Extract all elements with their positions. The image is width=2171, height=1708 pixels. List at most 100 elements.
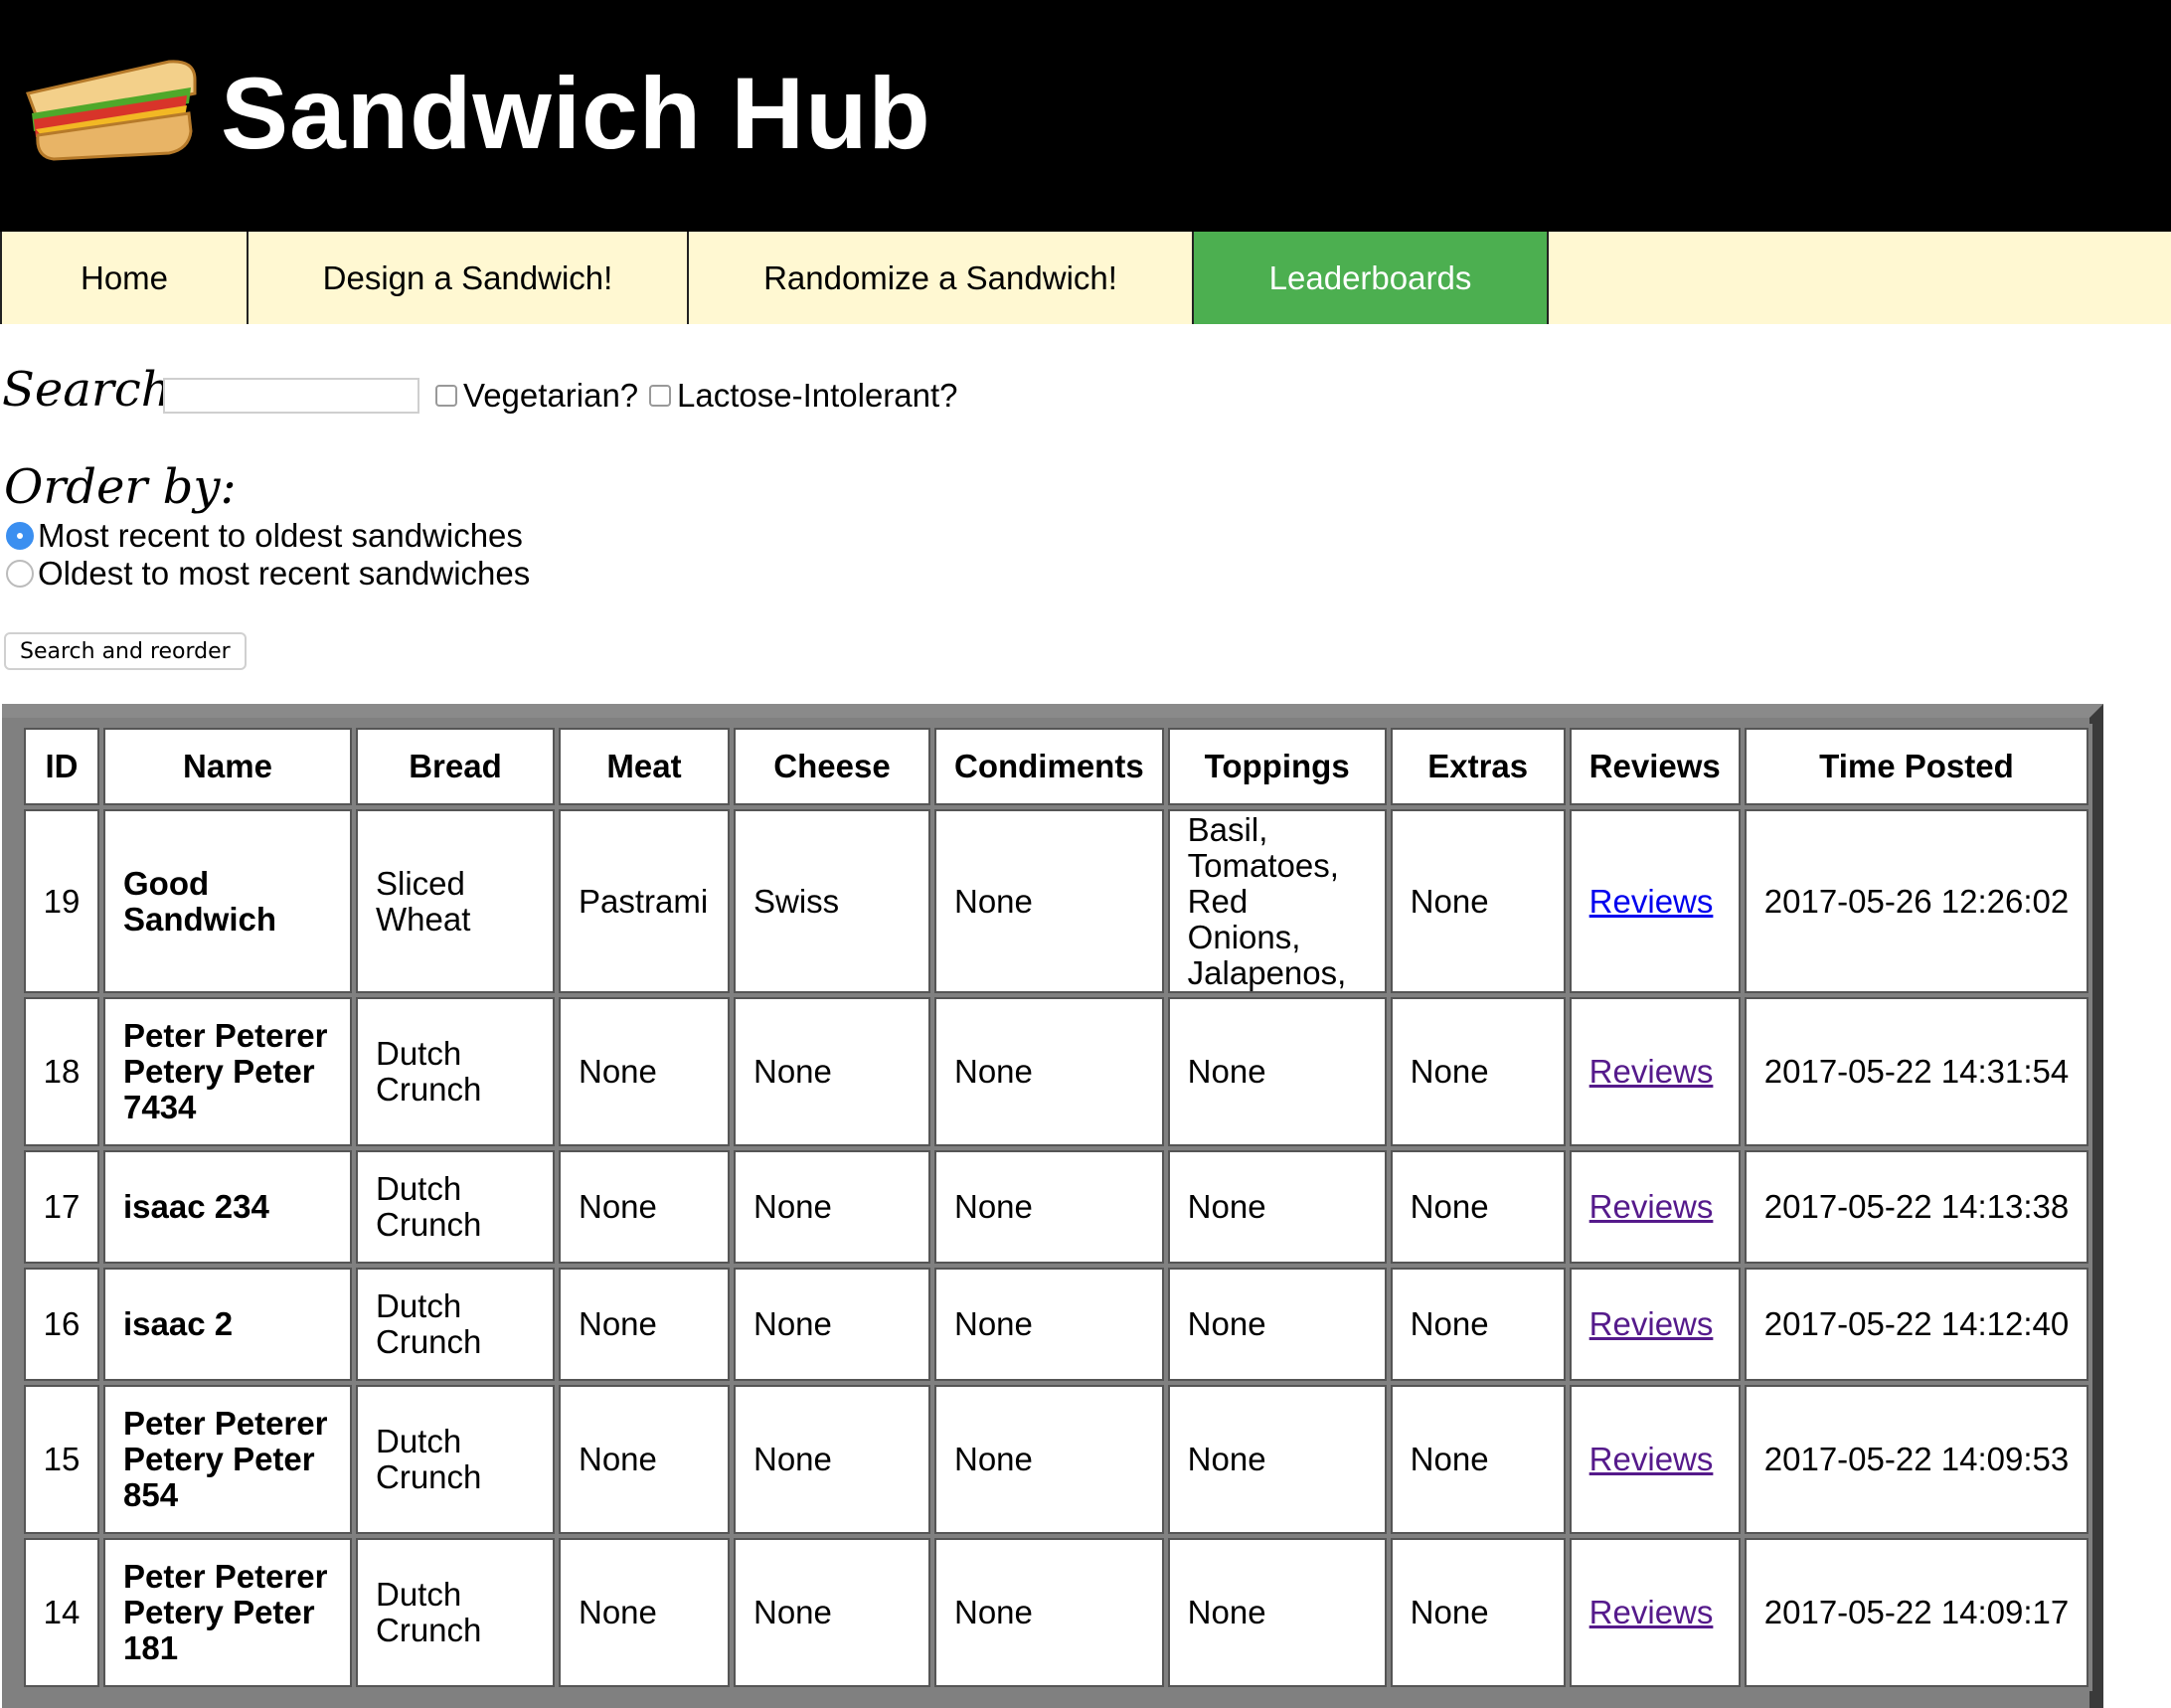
cell-condiments: None [934, 1385, 1164, 1534]
col-meat: Meat [559, 728, 730, 805]
cell-toppings: None [1167, 997, 1387, 1146]
cell-id: 16 [24, 1268, 99, 1381]
cell-time-posted: 2017-05-22 14:09:17 [1744, 1538, 2089, 1687]
cell-extras: None [1390, 997, 1566, 1146]
radio-recent[interactable] [6, 522, 34, 550]
cell-meat: None [559, 1150, 730, 1264]
col-reviews: Reviews [1569, 728, 1741, 805]
cell-name: Peter Peterer Petery Peter 854 [103, 1385, 352, 1534]
order-option-label: Most recent to oldest sandwiches [38, 517, 523, 554]
sandwich-table: ID Name Bread Meat Cheese Condiments Top… [20, 724, 2093, 1691]
vegetarian-checkbox[interactable] [435, 385, 457, 407]
col-id: ID [24, 728, 99, 805]
cell-time-posted: 2017-05-22 14:13:38 [1744, 1150, 2089, 1264]
cell-condiments: None [934, 1150, 1164, 1264]
lactose-option[interactable]: Lactose-Intolerant? [649, 376, 958, 416]
order-label: Order by: [4, 459, 237, 515]
lactose-checkbox[interactable] [649, 385, 671, 407]
cell-extras: None [1390, 1538, 1566, 1687]
table-row: 17 isaac 234 Dutch Crunch None None None… [24, 1150, 2089, 1264]
reviews-link[interactable]: Reviews [1589, 1188, 1714, 1225]
table-row: 16 isaac 2 Dutch Crunch None None None N… [24, 1268, 2089, 1381]
cell-reviews: Reviews [1569, 1538, 1741, 1687]
reviews-link[interactable]: Reviews [1589, 1053, 1714, 1090]
nav-randomize-sandwich[interactable]: Randomize a Sandwich! [689, 232, 1194, 324]
cell-condiments: None [934, 1268, 1164, 1381]
nav-home[interactable]: Home [0, 232, 249, 324]
cell-bread: Dutch Crunch [356, 1150, 555, 1264]
cell-name: isaac 234 [103, 1150, 352, 1264]
cell-reviews: Reviews [1569, 809, 1741, 993]
cell-extras: None [1390, 1150, 1566, 1264]
cell-time-posted: 2017-05-22 14:09:53 [1744, 1385, 2089, 1534]
cell-name: Peter Peterer Petery Peter 181 [103, 1538, 352, 1687]
cell-name: isaac 2 [103, 1268, 352, 1381]
reviews-link[interactable]: Reviews [1589, 1305, 1714, 1342]
cell-toppings: Basil, Tomatoes, Red Onions, Jalapenos, [1167, 809, 1387, 993]
search-input[interactable] [163, 378, 419, 414]
cell-id: 19 [24, 809, 99, 993]
cell-id: 17 [24, 1150, 99, 1264]
cell-reviews: Reviews [1569, 1150, 1741, 1264]
cell-meat: None [559, 1268, 730, 1381]
col-time-posted: Time Posted [1744, 728, 2089, 805]
sandwich-icon [25, 60, 197, 161]
cell-bread: Sliced Wheat [356, 809, 555, 993]
vegetarian-label: Vegetarian? [463, 377, 639, 414]
search-label: Search: [2, 362, 188, 418]
cell-name: Good Sandwich [103, 809, 352, 993]
col-cheese: Cheese [734, 728, 930, 805]
order-option-oldest[interactable]: Oldest to most recent sandwiches [6, 555, 530, 593]
reviews-link[interactable]: Reviews [1589, 1441, 1714, 1477]
order-option-label: Oldest to most recent sandwiches [38, 555, 531, 592]
cell-id: 15 [24, 1385, 99, 1534]
cell-cheese: None [734, 997, 930, 1146]
radio-oldest[interactable] [6, 560, 34, 588]
lactose-label: Lactose-Intolerant? [677, 377, 958, 414]
table-row: 15 Peter Peterer Petery Peter 854 Dutch … [24, 1385, 2089, 1534]
cell-extras: None [1390, 809, 1566, 993]
cell-cheese: None [734, 1385, 930, 1534]
search-reorder-button[interactable]: Search and reorder [4, 632, 247, 670]
cell-meat: None [559, 1385, 730, 1534]
cell-meat: None [559, 1538, 730, 1687]
cell-toppings: None [1167, 1538, 1387, 1687]
col-condiments: Condiments [934, 728, 1164, 805]
reviews-link[interactable]: Reviews [1589, 883, 1714, 920]
cell-extras: None [1390, 1385, 1566, 1534]
table-row: 18 Peter Peterer Petery Peter 7434 Dutch… [24, 997, 2089, 1146]
cell-extras: None [1390, 1268, 1566, 1381]
cell-id: 14 [24, 1538, 99, 1687]
cell-time-posted: 2017-05-22 14:31:54 [1744, 997, 2089, 1146]
cell-reviews: Reviews [1569, 1385, 1741, 1534]
cell-bread: Dutch Crunch [356, 1385, 555, 1534]
cell-toppings: None [1167, 1150, 1387, 1264]
col-name: Name [103, 728, 352, 805]
cell-cheese: None [734, 1268, 930, 1381]
cell-meat: Pastrami [559, 809, 730, 993]
cell-condiments: None [934, 809, 1164, 993]
nav-design-sandwich[interactable]: Design a Sandwich! [249, 232, 689, 324]
col-extras: Extras [1390, 728, 1566, 805]
table-row: 14 Peter Peterer Petery Peter 181 Dutch … [24, 1538, 2089, 1687]
cell-cheese: None [734, 1150, 930, 1264]
cell-toppings: None [1167, 1268, 1387, 1381]
table-header-row: ID Name Bread Meat Cheese Condiments Top… [24, 728, 2089, 805]
reviews-link[interactable]: Reviews [1589, 1594, 1714, 1630]
cell-meat: None [559, 997, 730, 1146]
cell-cheese: None [734, 1538, 930, 1687]
cell-cheese: Swiss [734, 809, 930, 993]
cell-name: Peter Peterer Petery Peter 7434 [103, 997, 352, 1146]
table-row: 19 Good Sandwich Sliced Wheat Pastrami S… [24, 809, 2089, 993]
col-bread: Bread [356, 728, 555, 805]
cell-condiments: None [934, 997, 1164, 1146]
cell-bread: Dutch Crunch [356, 1268, 555, 1381]
vegetarian-option[interactable]: Vegetarian? [435, 376, 638, 416]
cell-bread: Dutch Crunch [356, 1538, 555, 1687]
site-title: Sandwich Hub [221, 57, 931, 170]
nav-leaderboards[interactable]: Leaderboards [1194, 232, 1549, 324]
cell-reviews: Reviews [1569, 1268, 1741, 1381]
cell-id: 18 [24, 997, 99, 1146]
order-option-recent[interactable]: Most recent to oldest sandwiches [6, 517, 523, 555]
cell-toppings: None [1167, 1385, 1387, 1534]
